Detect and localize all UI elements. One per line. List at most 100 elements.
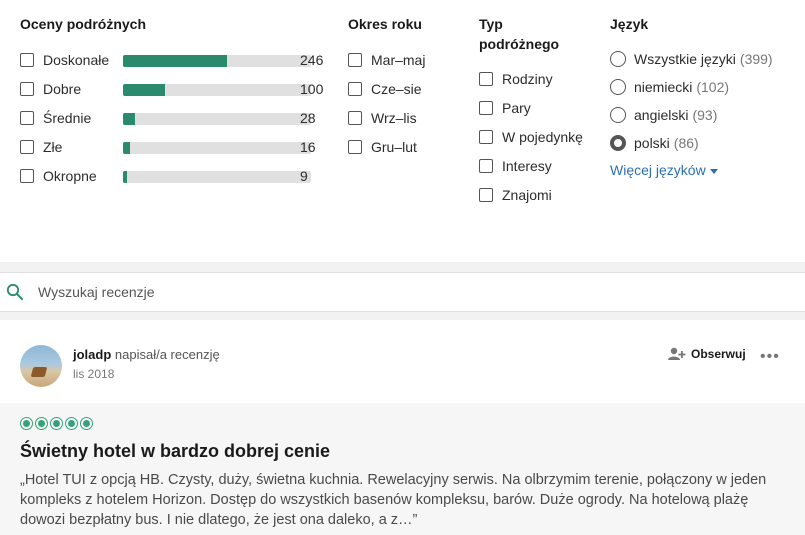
season-option[interactable]: Mar–maj (348, 50, 425, 70)
traveler-type-filter: Typ podróżnego (479, 14, 559, 54)
add-user-icon (668, 347, 686, 361)
rating-count: 28 (300, 110, 316, 126)
rating-label: Dobre (43, 81, 82, 97)
avatar[interactable] (20, 345, 62, 387)
traveler-type-label: Pary (502, 100, 531, 116)
checkbox[interactable] (20, 169, 34, 183)
season-option[interactable]: Gru–lut (348, 137, 417, 157)
section-divider-2 (0, 312, 805, 320)
checkbox[interactable] (348, 140, 362, 154)
rating-bar-fill (123, 142, 130, 154)
checkbox[interactable] (20, 53, 34, 67)
checkbox[interactable] (20, 140, 34, 154)
review-text: „Hotel TUI z opcją HB. Czysty, duży, świ… (20, 472, 767, 528)
checkbox[interactable] (479, 188, 493, 202)
rating-row[interactable]: Okropne 9 (20, 166, 320, 186)
avatar-image (30, 367, 48, 377)
rating-count: 100 (300, 81, 324, 97)
radio-button[interactable] (610, 51, 626, 67)
chevron-down-icon (709, 168, 718, 174)
language-count: (399) (739, 51, 773, 67)
checkbox[interactable] (479, 72, 493, 86)
search-input[interactable] (36, 283, 740, 301)
rating-bar-fill (123, 113, 135, 125)
traveler-type-label: W pojedynkę (502, 129, 583, 145)
season-option[interactable]: Wrz–lis (348, 108, 417, 128)
radio-button[interactable] (610, 107, 626, 123)
language-option[interactable]: Wszystkie języki (399) (610, 49, 773, 69)
checkbox[interactable] (479, 101, 493, 115)
ratings-filter-title: Oceny podróżnych (20, 16, 147, 32)
rating-bubble-icon (50, 417, 63, 430)
section-divider (0, 262, 805, 272)
rating-count: 9 (300, 168, 308, 184)
rating-bubble-icon (20, 417, 33, 430)
rating-bar (123, 142, 311, 154)
rating-bar-fill (123, 171, 127, 183)
more-icon[interactable]: ••• (760, 348, 780, 366)
rating-label: Średnie (43, 110, 92, 126)
traveler-type-title-line2: podróżnego (479, 36, 560, 52)
traveler-type-title-line1: Typ (479, 16, 503, 32)
rating-bar (123, 113, 311, 125)
ratings-filter: Oceny podróżnych (20, 14, 146, 34)
checkbox[interactable] (348, 111, 362, 125)
search-icon (6, 283, 24, 301)
language-filter-title: Język (610, 16, 649, 32)
more-languages-label: Więcej języków (610, 162, 706, 178)
review-search-bar (0, 272, 805, 312)
radio-button[interactable] (610, 79, 626, 95)
more-languages-link[interactable]: Więcej języków (610, 162, 718, 178)
checkbox[interactable] (479, 130, 493, 144)
rating-bar (123, 84, 311, 96)
season-label: Gru–lut (371, 139, 417, 155)
language-option[interactable]: polski (86) (610, 133, 699, 153)
checkbox[interactable] (479, 159, 493, 173)
username-link[interactable]: joladp (73, 347, 111, 362)
rating-label: Doskonałe (43, 52, 110, 68)
rating-bubbles (20, 417, 95, 430)
season-label: Cze–sie (371, 81, 422, 97)
language-filter: Język (610, 14, 648, 34)
season-filter: Okres roku (348, 14, 422, 34)
rating-bubble-icon (35, 417, 48, 430)
follow-label: Obserwuj (691, 347, 746, 361)
review-date: lis 2018 (73, 367, 115, 381)
rating-bubble-icon (80, 417, 93, 430)
language-label: angielski (634, 107, 689, 123)
rating-bubble-icon (65, 417, 78, 430)
traveler-type-option[interactable]: Interesy (479, 156, 552, 176)
season-option[interactable]: Cze–sie (348, 79, 422, 99)
language-option[interactable]: niemiecki (102) (610, 77, 729, 97)
traveler-type-option[interactable]: Rodziny (479, 69, 553, 89)
checkbox[interactable] (348, 53, 362, 67)
radio-button[interactable] (610, 135, 626, 151)
rating-bar (123, 55, 311, 67)
traveler-type-option[interactable]: Pary (479, 98, 531, 118)
rating-label: Złe (43, 139, 63, 155)
rating-bar-fill (123, 55, 227, 67)
checkbox[interactable] (348, 82, 362, 96)
language-count: (93) (692, 107, 718, 123)
language-label: polski (634, 135, 670, 151)
season-filter-title: Okres roku (348, 16, 422, 32)
traveler-type-option[interactable]: W pojedynkę (479, 127, 583, 147)
rating-row[interactable]: Średnie 28 (20, 108, 320, 128)
traveler-type-label: Interesy (502, 158, 552, 174)
rating-row[interactable]: Złe 16 (20, 137, 320, 157)
review-body: Świetny hotel w bardzo dobrej cenie „Hot… (0, 403, 805, 535)
rating-row[interactable]: Doskonałe 246 (20, 50, 323, 70)
review-title[interactable]: Świetny hotel w bardzo dobrej cenie (20, 441, 330, 462)
rating-bar-fill (123, 84, 166, 96)
checkbox[interactable] (20, 82, 34, 96)
rating-row[interactable]: Dobre 100 (20, 79, 324, 99)
traveler-type-label: Rodziny (502, 71, 553, 87)
language-option[interactable]: angielski (93) (610, 105, 717, 125)
traveler-type-option[interactable]: Znajomi (479, 185, 552, 205)
follow-button[interactable]: Obserwuj (668, 347, 746, 361)
review-author: joladp napisał/a recenzję (73, 347, 220, 362)
review-card: joladp napisał/a recenzję lis 2018 Obser… (0, 320, 805, 535)
rating-bar (123, 171, 311, 183)
language-count: (102) (696, 79, 730, 95)
checkbox[interactable] (20, 111, 34, 125)
